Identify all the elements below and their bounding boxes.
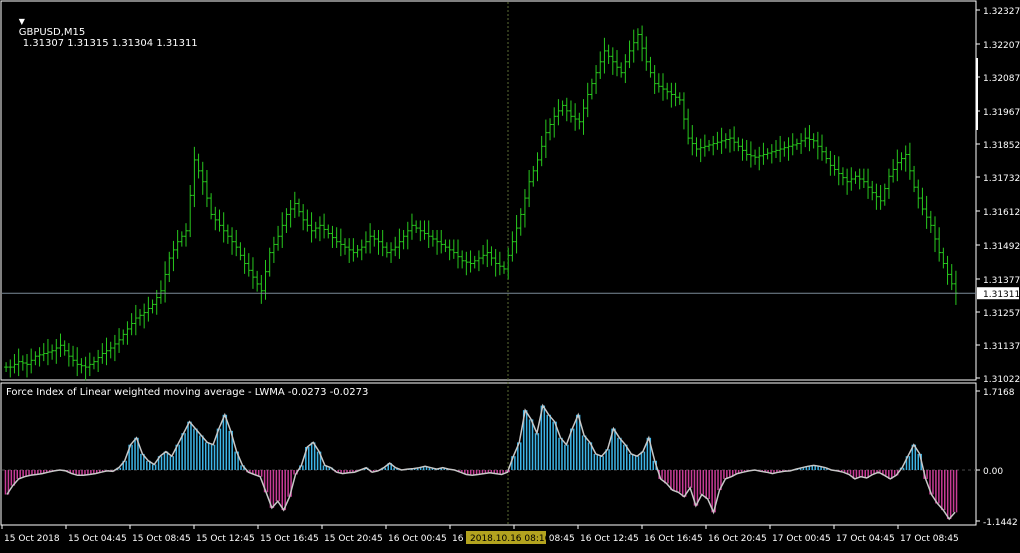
time-tick-label: 16 Oct 16:45 — [644, 534, 703, 544]
time-tick-label: 15 Oct 2018 — [4, 534, 60, 544]
time-tick-label: 17 Oct 00:45 — [772, 534, 831, 544]
time-tick-label: 16 Oct 00:45 — [388, 534, 447, 544]
time-tick-label: 15 Oct 20:45 — [324, 534, 383, 544]
current-price-label: 1.31311 — [983, 290, 1020, 300]
indicator-frame — [0, 382, 977, 526]
time-axis: 15 Oct 2018 15 Oct 04:45 15 Oct 08:45 15 Oc… — [1, 525, 959, 544]
price-tick-label: 1.31852 — [983, 141, 1020, 151]
time-tick-label: 16 Oct 12:45 — [580, 534, 639, 544]
price-tick-label: 1.32087 — [983, 74, 1020, 84]
price-axis: 1.32327 1.32207 1.32087 1.31967 1.31852 1.317… — [976, 7, 1020, 385]
price-tick-label: 1.31492 — [983, 242, 1020, 252]
price-tick-label: 1.31612 — [983, 208, 1020, 218]
chart-window[interactable]: 1.31311 1.32327 1.32207 1.32087 1.31967 1.31… — [0, 0, 1020, 549]
time-tick-label: 15 Oct 16:45 — [260, 534, 319, 544]
ohlc-values: 1.31307 1.31315 1.31304 1.31311 — [22, 38, 198, 49]
time-tick-label: 15 Oct 04:45 — [68, 534, 127, 544]
price-tick-label: 1.32207 — [983, 41, 1020, 51]
price-tick-label: 1.31732 — [983, 174, 1020, 184]
chart-canvas[interactable]: 1.31311 1.32327 1.32207 1.32087 1.31967 1.31… — [0, 0, 1020, 549]
crosshair-time-label: 2018.10.16 08:16 — [470, 534, 551, 544]
price-tick-label: 1.31022 — [983, 375, 1020, 385]
chart-header: ▼ GBPUSD,M15 1.31307 1.31315 1.31304 1.3… — [6, 5, 198, 60]
time-tick-label: 17 Oct 08:45 — [900, 534, 959, 544]
indicator-tick-label: -1.1442 — [983, 518, 1018, 528]
time-tick-label: 15 Oct 08:45 — [132, 534, 191, 544]
price-tick-label: 1.31257 — [983, 309, 1020, 319]
price-tick-label: 1.32327 — [983, 7, 1020, 17]
chart-scroll-marker[interactable] — [976, 58, 978, 130]
symbol-label: GBPUSD,M15 — [18, 27, 86, 38]
force-index-histogram — [2, 403, 976, 521]
time-tick-label: 17 Oct 04:45 — [836, 534, 895, 544]
triangle-down-icon[interactable]: ▼ — [19, 17, 25, 26]
time-tick-label: 15 Oct 12:45 — [196, 534, 255, 544]
price-tick-label: 1.31967 — [983, 108, 1020, 118]
ohlc-bars — [4, 25, 958, 381]
time-tick-label: 16 Oct 20:45 — [708, 534, 767, 544]
current-price-line: 1.31311 — [2, 287, 1020, 300]
indicator-label: Force Index of Linear weighted moving av… — [6, 387, 369, 398]
indicator-axis: 1.7168 0.00 -1.1442 — [976, 388, 1018, 528]
indicator-tick-label: 0.00 — [983, 467, 1003, 477]
indicator-tick-label: 1.7168 — [983, 388, 1015, 398]
price-tick-label: 1.31377 — [983, 276, 1020, 286]
price-tick-label: 1.31137 — [983, 342, 1020, 352]
